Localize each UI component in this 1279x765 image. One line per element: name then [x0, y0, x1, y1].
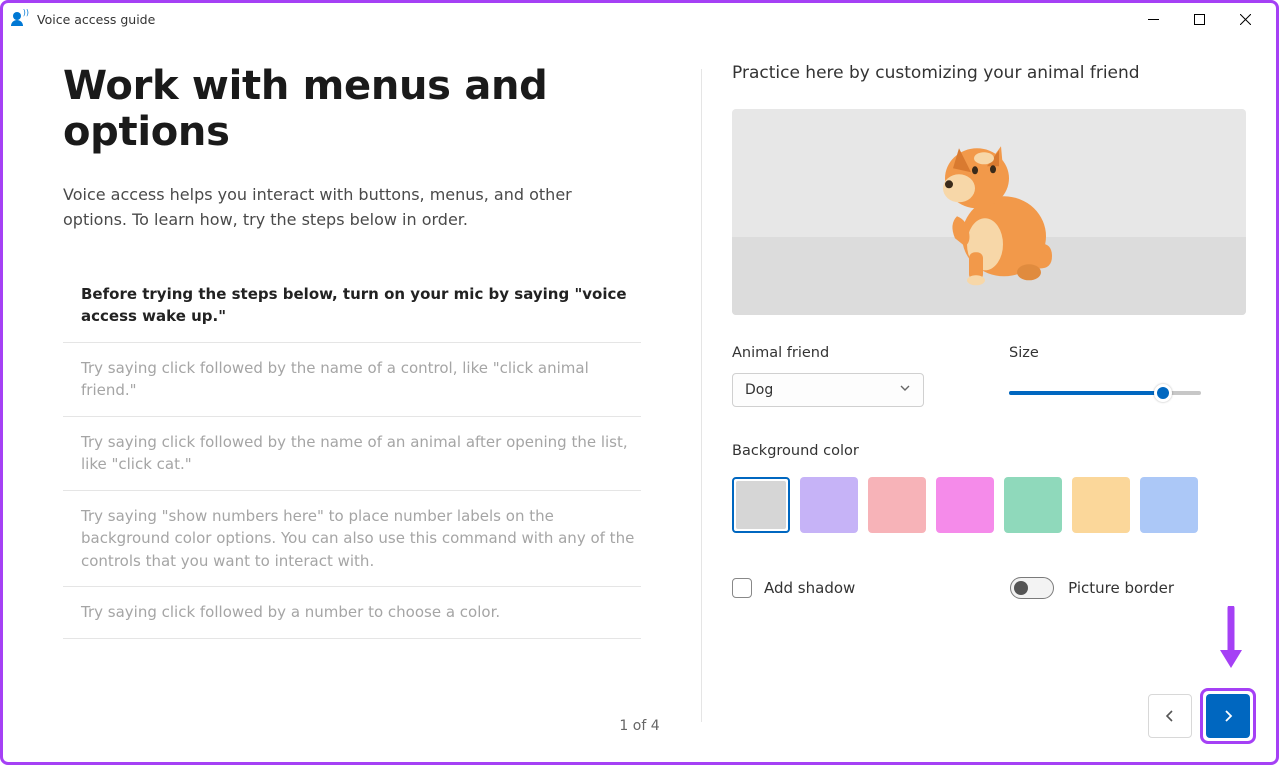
voice-access-app-icon: )) — [11, 10, 29, 28]
slider-thumb[interactable] — [1154, 384, 1172, 402]
step-item: Before trying the steps below, turn on y… — [63, 269, 641, 343]
picture-border-toggle[interactable] — [1010, 577, 1054, 599]
instructions-panel: Work with menus and options Voice access… — [3, 35, 701, 762]
animal-friend-label: Animal friend — [732, 345, 969, 361]
titlebar: )) Voice access guide — [3, 3, 1276, 35]
size-slider[interactable] — [1009, 381, 1201, 405]
window-title: Voice access guide — [37, 12, 155, 27]
animal-preview-canvas — [732, 109, 1246, 315]
background-color-label: Background color — [732, 443, 1246, 459]
color-swatch[interactable] — [936, 477, 994, 533]
step-item: Try saying click followed by a number to… — [63, 587, 641, 639]
dog-illustration — [909, 116, 1069, 290]
picture-border-label: Picture border — [1068, 579, 1174, 597]
animal-friend-dropdown[interactable]: Dog — [732, 373, 924, 407]
add-shadow-checkbox[interactable] — [732, 578, 752, 598]
previous-page-button[interactable] — [1148, 694, 1192, 738]
close-button[interactable] — [1222, 3, 1268, 35]
size-label: Size — [1009, 345, 1246, 361]
step-item: Try saying click followed by the name of… — [63, 343, 641, 417]
dropdown-value: Dog — [745, 382, 773, 398]
window-controls — [1130, 3, 1268, 35]
steps-list: Before trying the steps below, turn on y… — [63, 269, 641, 639]
annotation-arrow-icon — [1216, 606, 1246, 676]
practice-title: Practice here by customizing your animal… — [732, 63, 1246, 83]
color-swatch[interactable] — [732, 477, 790, 533]
page-subheading: Voice access helps you interact with but… — [63, 183, 603, 233]
next-page-button[interactable] — [1206, 694, 1250, 738]
chevron-down-icon — [899, 382, 911, 398]
navigation-buttons — [1148, 688, 1256, 744]
color-swatch[interactable] — [1140, 477, 1198, 533]
color-swatch[interactable] — [1004, 477, 1062, 533]
page-heading: Work with menus and options — [63, 63, 641, 155]
color-swatch[interactable] — [868, 477, 926, 533]
color-swatch[interactable] — [800, 477, 858, 533]
practice-panel: Practice here by customizing your animal… — [702, 35, 1276, 762]
step-item: Try saying "show numbers here" to place … — [63, 491, 641, 588]
color-swatches — [732, 477, 1246, 533]
step-item: Try saying click followed by the name of… — [63, 417, 641, 491]
color-swatch[interactable] — [1072, 477, 1130, 533]
maximize-button[interactable] — [1176, 3, 1222, 35]
app-window: )) Voice access guide Work with menus an… — [0, 0, 1279, 765]
add-shadow-label: Add shadow — [764, 579, 855, 597]
annotation-highlight — [1200, 688, 1256, 744]
page-indicator: 1 of 4 — [619, 718, 659, 734]
minimize-button[interactable] — [1130, 3, 1176, 35]
